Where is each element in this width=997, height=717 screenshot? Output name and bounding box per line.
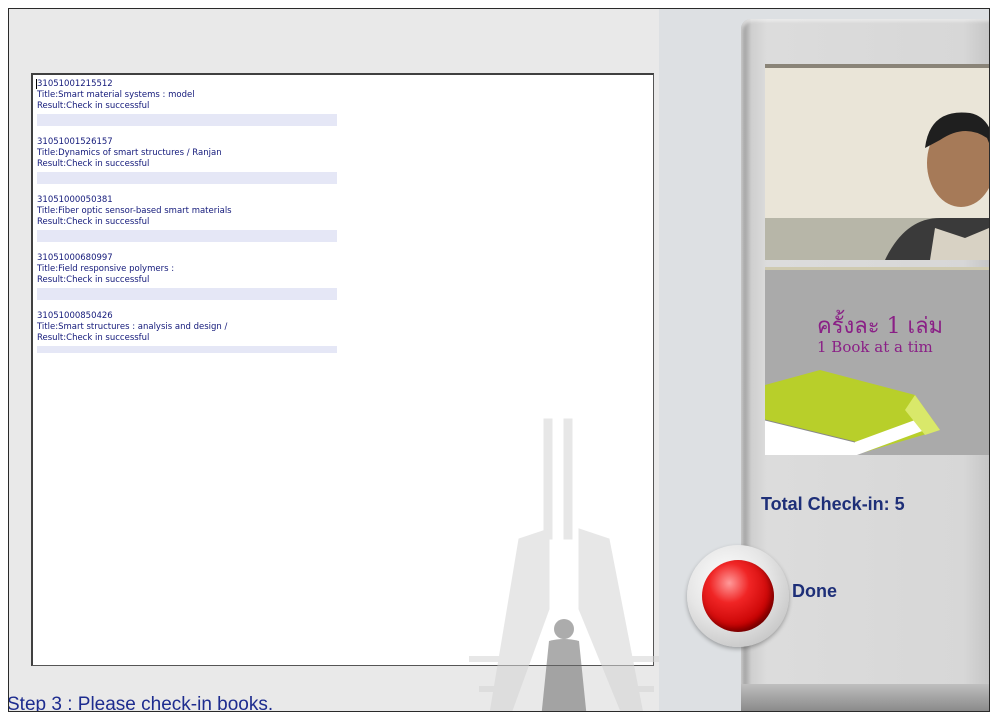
entry-separator xyxy=(37,288,337,300)
one-book-banner: ครั้งละ 1 เล่ม 1 Book at a tim xyxy=(765,267,989,455)
list-item: 31051000050381 Title:Fiber optic sensor-… xyxy=(37,195,653,242)
done-label[interactable]: Done xyxy=(792,581,837,602)
entry-title: Title:Smart material systems : model xyxy=(37,90,195,100)
entry-barcode: 31051000680997 xyxy=(37,253,113,263)
kiosk-frame-bottom xyxy=(741,684,989,711)
total-checkin-count: Total Check-in: 5 xyxy=(761,494,905,514)
entry-separator xyxy=(37,230,337,242)
entry-barcode: 31051001215512 xyxy=(37,79,113,89)
list-item: 31051000680997 Title:Field responsive po… xyxy=(37,253,653,300)
entry-result: Result:Check in successful xyxy=(37,333,150,343)
entry-separator xyxy=(37,114,337,126)
entry-result: Result:Check in successful xyxy=(37,101,150,111)
list-item: 31051001526157 Title:Dynamics of smart s… xyxy=(37,137,653,184)
done-button[interactable] xyxy=(702,560,774,632)
entry-separator xyxy=(37,346,337,353)
user-photo xyxy=(765,68,989,260)
entry-barcode: 31051000850426 xyxy=(37,311,113,321)
entry-result: Result:Check in successful xyxy=(37,275,150,285)
entry-title: Title:Dynamics of smart structures / Ran… xyxy=(37,148,222,158)
camera-preview xyxy=(765,64,989,260)
step-instruction: Step 3 : Please check-in books. xyxy=(8,694,274,712)
entry-barcode: 31051001526157 xyxy=(37,137,113,147)
list-item: 31051001215512 Title:Smart material syst… xyxy=(37,79,653,126)
entry-barcode: 31051000050381 xyxy=(37,195,113,205)
entry-title: Title:Field responsive polymers : xyxy=(37,264,175,274)
entry-title: Title:Smart structures : analysis and de… xyxy=(37,322,228,332)
banner-english-text: 1 Book at a tim xyxy=(817,338,933,356)
entry-result: Result:Check in successful xyxy=(37,159,150,169)
entry-separator xyxy=(37,172,337,184)
university-emblem-watermark xyxy=(469,418,659,711)
checkin-window: 31051001215512 Title:Smart material syst… xyxy=(8,8,990,712)
book-illustration xyxy=(765,370,940,455)
entry-title: Title:Fiber optic sensor-based smart mat… xyxy=(37,206,232,216)
entry-result: Result:Check in successful xyxy=(37,217,150,227)
list-item: 31051000850426 Title:Smart structures : … xyxy=(37,311,653,353)
